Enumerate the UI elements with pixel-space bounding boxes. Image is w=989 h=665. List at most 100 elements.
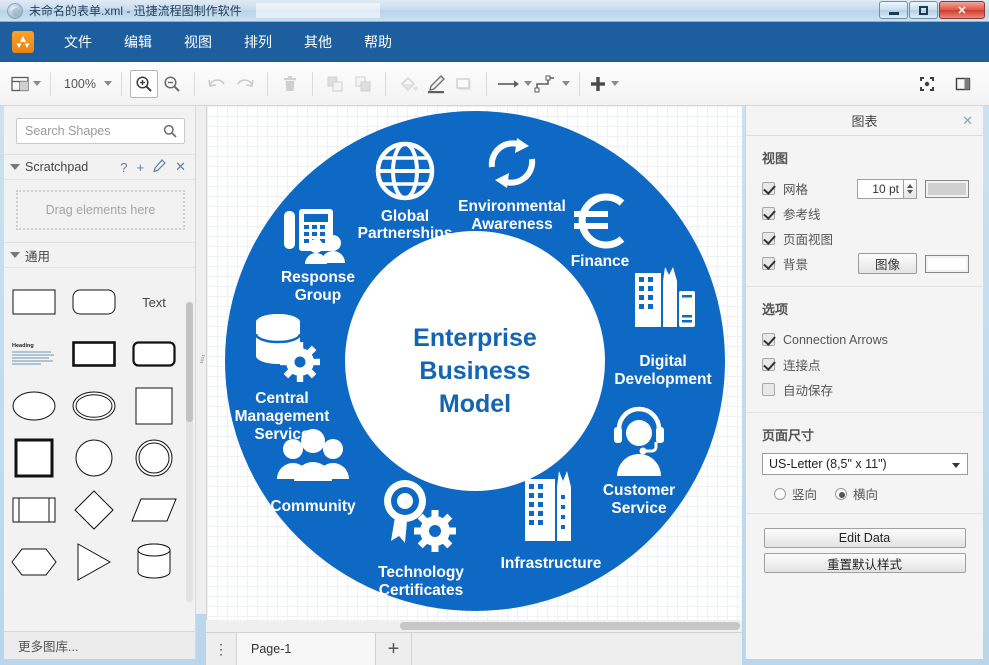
edit-data-button[interactable]: Edit Data: [764, 528, 966, 548]
page-size-section-title: 页面尺寸: [762, 425, 969, 444]
zoom-in-button[interactable]: [130, 70, 158, 98]
add-page-button[interactable]: +: [376, 633, 412, 665]
page-size-section: 页面尺寸 US-Letter (8,5" x 11") 竖向 横向: [746, 413, 983, 514]
waypoint-style-button[interactable]: [533, 70, 571, 98]
orientation-landscape-radio[interactable]: [835, 488, 847, 500]
connection-arrows-row: Connection Arrows: [762, 327, 969, 352]
shape-diamond[interactable]: [64, 489, 124, 531]
redo-button[interactable]: [231, 70, 259, 98]
shape-process-box[interactable]: [4, 497, 64, 523]
logo-glyph: [15, 35, 31, 49]
shape-double-ellipse[interactable]: [64, 390, 124, 422]
close-button[interactable]: ✕: [939, 1, 985, 19]
window-controls: ✕: [879, 1, 985, 19]
connection-points-checkbox[interactable]: [762, 358, 775, 371]
bring-to-front-button[interactable]: [321, 70, 349, 98]
shape-cylinder[interactable]: [124, 542, 184, 582]
menu-item-edit[interactable]: 编辑: [108, 22, 168, 62]
shape-parallelogram[interactable]: [124, 497, 184, 523]
redo-icon: [235, 76, 255, 92]
close-icon[interactable]: ✕: [962, 113, 973, 129]
grid-size-stepper[interactable]: [904, 179, 917, 199]
background-image-button[interactable]: 图像: [858, 253, 917, 274]
sidebar-scrollbar[interactable]: [186, 302, 193, 602]
guides-checkbox[interactable]: [762, 207, 775, 220]
search-box[interactable]: [16, 118, 185, 144]
search-input[interactable]: [17, 124, 184, 138]
page-tab-1[interactable]: Page-1: [236, 633, 376, 665]
shape-row: [4, 536, 195, 588]
sidebar-splitter[interactable]: ⦙⦙: [196, 106, 206, 614]
menu-item-help[interactable]: 帮助: [348, 22, 408, 62]
segment-label-global-partnerships-line2: Partnerships: [358, 225, 453, 242]
scratchpad-header[interactable]: Scratchpad ? + ✕: [4, 154, 195, 180]
chevron-down-icon: [10, 252, 20, 258]
section-header-general[interactable]: 通用: [4, 242, 195, 268]
help-icon[interactable]: ?: [120, 160, 127, 175]
toggle-format-panel-button[interactable]: [949, 70, 977, 98]
shape-heading-text-block[interactable]: Heading: [4, 339, 64, 369]
send-to-back-button[interactable]: [349, 70, 377, 98]
maximize-button[interactable]: [909, 1, 938, 19]
delete-button[interactable]: [276, 70, 304, 98]
background-checkbox[interactable]: [762, 257, 775, 270]
business-model-donut-diagram[interactable]: Global Partnerships Environmental Awaren…: [215, 111, 735, 611]
shape-ellipse[interactable]: [4, 390, 64, 422]
page-menu-icon[interactable]: ⋮: [206, 645, 236, 653]
center-title-line3: Model: [439, 390, 511, 418]
orientation-portrait-radio[interactable]: [774, 488, 786, 500]
page-size-select[interactable]: US-Letter (8,5" x 11"): [762, 453, 968, 475]
line-color-button[interactable]: [422, 70, 450, 98]
menu-item-file[interactable]: 文件: [48, 22, 108, 62]
shape-row: [4, 484, 195, 536]
view-section: 视图 网格 10 pt 参考线 页面视图: [746, 136, 983, 287]
autosave-checkbox[interactable]: [762, 383, 775, 396]
menu-item-arrange[interactable]: 排列: [228, 22, 288, 62]
fill-color-button[interactable]: [394, 70, 422, 98]
shape-row: Heading: [4, 328, 195, 380]
shape-double-circle[interactable]: [124, 438, 184, 478]
zoom-out-button[interactable]: [158, 70, 186, 98]
shape-thick-rectangle[interactable]: [64, 341, 124, 367]
shape-hexagon[interactable]: [4, 547, 64, 577]
grid-color-swatch[interactable]: [925, 180, 969, 198]
fill-color-icon: [398, 75, 418, 93]
section-title-general: 通用: [25, 246, 50, 265]
view-layout-button[interactable]: [10, 70, 42, 98]
app-logo-icon: [12, 31, 34, 53]
menu-item-view[interactable]: 视图: [168, 22, 228, 62]
connection-arrows-checkbox[interactable]: [762, 333, 775, 346]
shape-text[interactable]: Text: [124, 295, 184, 310]
grid-checkbox[interactable]: [762, 182, 775, 195]
canvas-scroll-thumb[interactable]: [400, 622, 740, 630]
shape-rectangle[interactable]: [4, 289, 64, 315]
more-shapes-button[interactable]: 更多图库...: [4, 631, 195, 659]
close-icon[interactable]: ✕: [175, 159, 186, 175]
insert-button[interactable]: [588, 70, 620, 98]
shadow-button[interactable]: [450, 70, 478, 98]
shape-square[interactable]: [124, 387, 184, 425]
scratchpad-actions: ? + ✕: [120, 159, 195, 175]
scratchpad-dropzone[interactable]: Drag elements here: [16, 190, 185, 230]
shape-rounded-thick-rectangle[interactable]: [124, 341, 184, 367]
zoom-level-button[interactable]: 100%: [59, 70, 113, 98]
sidebar-scroll-thumb[interactable]: [186, 302, 193, 422]
add-icon[interactable]: +: [137, 160, 145, 175]
grid-size-input[interactable]: 10 pt: [857, 179, 904, 199]
fullscreen-button[interactable]: [913, 70, 941, 98]
undo-button[interactable]: [203, 70, 231, 98]
zoom-level-label: 100%: [60, 77, 100, 91]
minimize-button[interactable]: [879, 1, 908, 19]
canvas-horizontal-scrollbar[interactable]: [206, 620, 742, 632]
shape-thick-square[interactable]: [4, 438, 64, 478]
background-color-swatch[interactable]: [925, 255, 969, 273]
shape-circle[interactable]: [64, 438, 124, 478]
connector-style-button[interactable]: [495, 70, 533, 98]
shape-triangle[interactable]: [64, 542, 124, 582]
pencil-icon[interactable]: [153, 159, 166, 175]
menu-item-extras[interactable]: 其他: [288, 22, 348, 62]
reset-default-style-button[interactable]: 重置默认样式: [764, 553, 966, 573]
shape-rounded-rectangle[interactable]: [64, 289, 124, 315]
page-view-checkbox[interactable]: [762, 232, 775, 245]
diagram-canvas[interactable]: Global Partnerships Environmental Awaren…: [206, 106, 742, 620]
